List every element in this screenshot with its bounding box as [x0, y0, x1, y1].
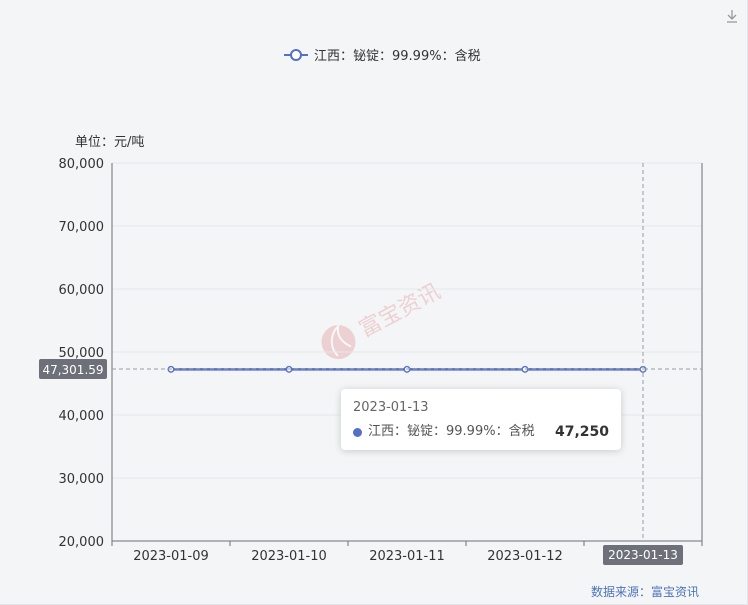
legend-marker: [290, 49, 302, 61]
chart-frame: 富宝资讯 20,000 30,000 40,000 50,000 60,000 70,00…: [0, 0, 748, 605]
tooltip-value: 47,250: [554, 424, 609, 440]
tooltip-date: 2023-01-13: [353, 400, 429, 415]
y-tick-label: 50,000: [59, 346, 105, 361]
y-tick-label: 60,000: [59, 283, 105, 298]
x-tick-label: 2023-01-11: [369, 549, 445, 564]
source-link[interactable]: 富宝资讯: [651, 583, 699, 600]
source-label: 数据来源：: [590, 585, 651, 599]
y-tick-label: 80,000: [59, 157, 105, 172]
watermark-logo: 富宝资讯: [321, 279, 445, 360]
x-tick-label: 2023-01-09: [133, 549, 209, 564]
x-tick-label: 2023-01-10: [251, 549, 327, 564]
data-source: 数据来源： 富宝资讯: [591, 583, 699, 600]
y-tick-label: 40,000: [59, 409, 105, 424]
tooltip: 2023-01-13 江西：铋锭：99.99%：含税 47,250: [341, 389, 621, 450]
line-chart: 富宝资讯 20,000 30,000 40,000 50,000 60,000 70,00…: [39, 48, 703, 565]
y-tick-label: 30,000: [59, 472, 105, 487]
tooltip-series-dot: [353, 427, 362, 437]
download-icon[interactable]: [724, 8, 740, 24]
unit-label: 单位：元/吨: [75, 135, 144, 150]
y-tick-label: 70,000: [59, 220, 105, 235]
x-tick-label: 2023-01-12: [487, 549, 563, 564]
legend[interactable]: 江西：铋锭：99.99%：含税: [284, 48, 481, 64]
crosshair-y-label: 47,301.59: [42, 363, 103, 377]
legend-label: 江西：铋锭：99.99%：含税: [314, 48, 481, 64]
y-tick-label: 20,000: [59, 535, 105, 550]
crosshair-x-label: 2023-01-13: [608, 548, 678, 562]
tooltip-series-name: 江西：铋锭：99.99%：含税: [368, 424, 535, 439]
